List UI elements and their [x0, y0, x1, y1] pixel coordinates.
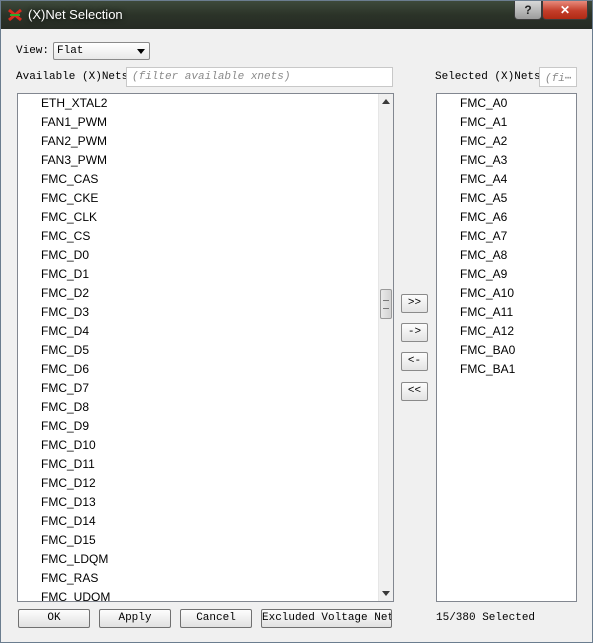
- list-item[interactable]: FMC_CKE: [41, 189, 98, 208]
- net-selection-icon: [8, 8, 22, 22]
- list-item[interactable]: FMC_D8: [41, 398, 89, 417]
- scrollbar-thumb[interactable]: [380, 289, 392, 319]
- list-item[interactable]: FMC_D1: [41, 265, 89, 284]
- remove-all-button[interactable]: <<: [401, 382, 428, 401]
- list-item[interactable]: FMC_A12: [460, 322, 514, 341]
- list-item[interactable]: FMC_A1: [460, 113, 507, 132]
- list-item[interactable]: FMC_D9: [41, 417, 89, 436]
- selected-nets-label: Selected (X)Nets: [435, 71, 541, 83]
- title-bar[interactable]: (X)Net Selection ? ✕: [1, 1, 592, 29]
- list-item[interactable]: FMC_D15: [41, 531, 96, 550]
- list-item[interactable]: FAN1_PWM: [41, 113, 107, 132]
- view-label: View:: [16, 45, 50, 57]
- list-item[interactable]: FMC_D3: [41, 303, 89, 322]
- net-selection-dialog: (X)Net Selection ? ✕ View: Flat Availabl…: [0, 0, 593, 643]
- list-item[interactable]: FMC_D13: [41, 493, 96, 512]
- list-item[interactable]: FMC_CLK: [41, 208, 97, 227]
- list-item[interactable]: FMC_LDQM: [41, 550, 108, 569]
- list-item[interactable]: FMC_D10: [41, 436, 96, 455]
- list-item[interactable]: ETH_XTAL2: [41, 94, 107, 113]
- excluded-voltage-nets-button[interactable]: Excluded Voltage Nets: [261, 609, 392, 628]
- list-item[interactable]: FMC_D5: [41, 341, 89, 360]
- list-item[interactable]: FMC_D14: [41, 512, 96, 531]
- available-list-scrollbar[interactable]: [378, 94, 393, 601]
- list-item[interactable]: FMC_D11: [41, 455, 95, 474]
- scroll-down-arrow-icon[interactable]: [382, 591, 390, 596]
- selected-nets-list[interactable]: FMC_A0 FMC_A1 FMC_A2 FMC_A3 FMC_A4 FMC_A5 FMC_…: [436, 93, 577, 602]
- list-item[interactable]: FMC_BA1: [460, 360, 515, 379]
- view-dropdown-value: Flat: [57, 45, 84, 57]
- list-item[interactable]: FMC_D7: [41, 379, 89, 398]
- list-item[interactable]: FMC_A4: [460, 170, 507, 189]
- list-item[interactable]: FAN3_PWM: [41, 151, 107, 170]
- list-item[interactable]: FMC_D4: [41, 322, 89, 341]
- ok-button[interactable]: OK: [18, 609, 90, 628]
- scroll-up-arrow-icon[interactable]: [382, 99, 390, 104]
- list-item[interactable]: FMC_D2: [41, 284, 89, 303]
- selected-filter-input[interactable]: (fi⋯: [539, 67, 577, 87]
- available-filter-input[interactable]: (filter available xnets): [126, 67, 393, 87]
- list-item[interactable]: FMC_A2: [460, 132, 507, 151]
- list-item[interactable]: FMC_A3: [460, 151, 507, 170]
- selection-status: 15/380 Selected: [436, 612, 536, 624]
- list-item[interactable]: FMC_A10: [460, 284, 514, 303]
- available-nets-label: Available (X)Nets: [16, 71, 129, 83]
- list-item[interactable]: FMC_A0: [460, 94, 507, 113]
- cancel-button[interactable]: Cancel: [180, 609, 252, 628]
- list-item[interactable]: FMC_CS: [41, 227, 90, 246]
- close-button[interactable]: ✕: [542, 1, 588, 20]
- view-dropdown[interactable]: Flat: [53, 42, 150, 60]
- list-item[interactable]: FAN2_PWM: [41, 132, 107, 151]
- list-item[interactable]: FMC_A8: [460, 246, 507, 265]
- list-item[interactable]: FMC_A5: [460, 189, 507, 208]
- selected-filter-placeholder: (fi⋯: [545, 73, 572, 85]
- apply-button[interactable]: Apply: [99, 609, 171, 628]
- list-item[interactable]: FMC_A11: [460, 303, 513, 322]
- list-item[interactable]: FMC_A9: [460, 265, 507, 284]
- remove-selected-button[interactable]: <-: [401, 352, 428, 371]
- list-item[interactable]: FMC_D0: [41, 246, 89, 265]
- add-selected-button[interactable]: ->: [401, 323, 428, 342]
- list-item[interactable]: FMC_RAS: [41, 569, 98, 588]
- list-item[interactable]: FMC_A6: [460, 208, 507, 227]
- chevron-down-icon: [137, 49, 145, 54]
- help-button[interactable]: ?: [514, 1, 542, 20]
- list-item[interactable]: FMC_A7: [460, 227, 507, 246]
- list-item[interactable]: FMC_CAS: [41, 170, 98, 189]
- available-nets-list[interactable]: ETH_XTAL2 FAN1_PWM FAN2_PWM FAN3_PWM FMC_CAS…: [17, 93, 394, 602]
- list-item[interactable]: FMC_D12: [41, 474, 96, 493]
- window-title: (X)Net Selection: [28, 7, 123, 22]
- list-item[interactable]: FMC_UDQM: [41, 588, 110, 601]
- add-all-button[interactable]: >>: [401, 294, 428, 313]
- list-item[interactable]: FMC_BA0: [460, 341, 515, 360]
- list-item[interactable]: FMC_D6: [41, 360, 89, 379]
- available-filter-placeholder: (filter available xnets): [132, 71, 291, 83]
